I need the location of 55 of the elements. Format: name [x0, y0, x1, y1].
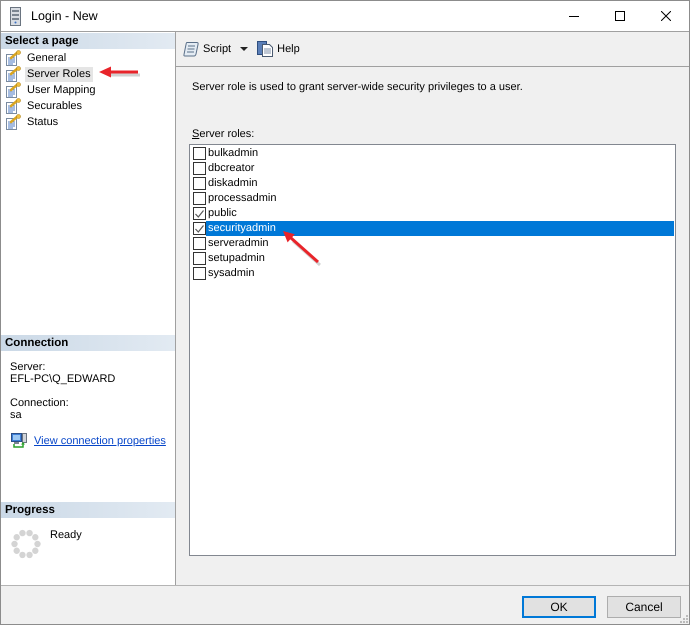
checkbox[interactable] — [193, 267, 206, 280]
role-item[interactable]: diskadmin — [206, 176, 674, 191]
checkbox[interactable] — [193, 162, 206, 175]
role-item[interactable]: serveradmin — [206, 236, 674, 251]
page-icon — [5, 114, 21, 130]
scroll-icon — [183, 41, 199, 57]
dialog-button[interactable]: Cancel — [607, 596, 681, 618]
field-value: EFL-PC\Q_EDWARD — [10, 373, 116, 385]
role-item[interactable]: public — [206, 206, 674, 221]
page-icon — [5, 66, 21, 82]
sidebar-item[interactable]: Securables — [25, 98, 84, 114]
sidebar-item[interactable]: Status — [25, 114, 60, 130]
section-header: Progress — [1, 502, 175, 518]
window-title: Login - New — [31, 9, 98, 23]
list-label: Server roles: — [191, 127, 256, 141]
sidebar-item[interactable]: General — [25, 50, 68, 66]
role-item[interactable]: securityadmin — [206, 221, 674, 236]
field-label: Connection: — [10, 397, 70, 409]
page-icon — [5, 82, 21, 98]
section-header: Select a page — [1, 33, 175, 49]
document-icon — [257, 41, 274, 57]
field-value: sa — [10, 409, 23, 421]
field-label: Server: — [10, 361, 46, 373]
connection-properties-link[interactable]: View connection properties — [34, 434, 166, 446]
annotation-arrow — [99, 66, 140, 78]
role-item[interactable]: processadmin — [206, 191, 674, 206]
sidebar-item[interactable]: User Mapping — [25, 82, 98, 98]
role-item[interactable]: dbcreator — [206, 161, 674, 176]
resize-grip-icon[interactable] — [679, 614, 688, 623]
role-item[interactable]: bulkadmin — [206, 146, 674, 161]
caret-icon — [240, 47, 248, 51]
description-text: Server role is used to grant server-wide security privileges to a user. — [191, 80, 524, 94]
checkbox[interactable] — [193, 177, 206, 190]
spinner-icon — [11, 529, 41, 559]
role-item[interactable]: sysadmin — [206, 266, 674, 281]
maximize-icon — [615, 11, 625, 21]
help-button[interactable]: Help — [256, 39, 301, 59]
checkbox[interactable] — [193, 192, 206, 205]
checkbox[interactable] — [193, 222, 206, 235]
checkbox[interactable] — [193, 252, 206, 265]
checkbox[interactable] — [193, 207, 206, 220]
script-button[interactable]: Script — [182, 39, 232, 59]
annotation-arrow — [283, 231, 321, 266]
computer-icon — [11, 433, 27, 448]
page-icon — [5, 50, 21, 66]
role-item[interactable]: setupadmin — [206, 251, 674, 266]
sidebar-item[interactable]: Server Roles — [25, 66, 93, 82]
section-header: Connection — [1, 335, 175, 351]
dialog-button[interactable]: OK — [522, 596, 596, 618]
status-text: Ready — [50, 529, 82, 543]
close-icon — [661, 11, 671, 21]
page-icon — [5, 98, 21, 114]
server-icon — [10, 6, 21, 26]
checkbox[interactable] — [193, 237, 206, 250]
checkbox[interactable] — [193, 147, 206, 160]
